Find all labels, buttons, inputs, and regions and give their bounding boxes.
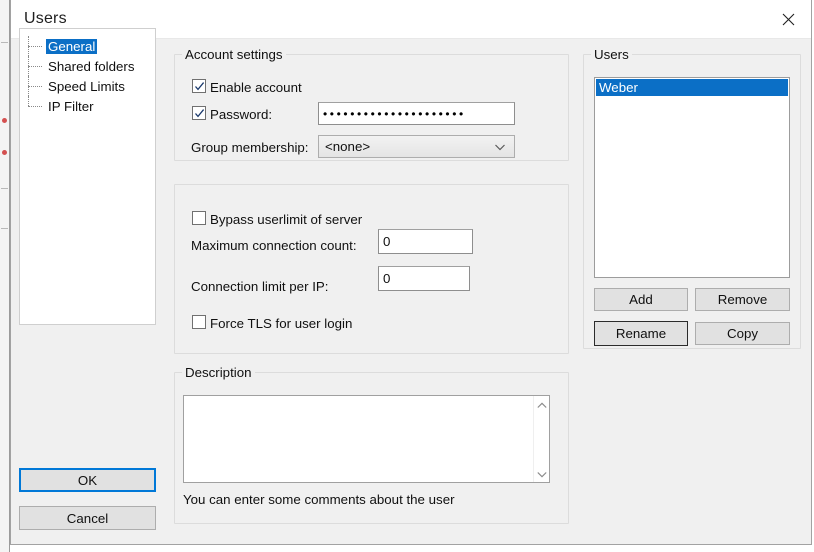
rename-user-button[interactable]: Rename (594, 321, 688, 346)
tree-connector-icon (20, 76, 46, 96)
close-icon[interactable] (765, 0, 811, 38)
tree-item-speed-limits[interactable]: Speed Limits (20, 76, 127, 96)
group-membership-value: <none> (325, 139, 371, 154)
tree-item-ip-filter[interactable]: IP Filter (20, 96, 96, 116)
description-group: Description You can enter some comments … (174, 365, 569, 524)
user-name: Weber (599, 80, 638, 95)
force-tls-checkbox[interactable] (192, 315, 206, 329)
list-item[interactable]: Weber (596, 79, 788, 96)
chevron-down-icon (494, 141, 506, 153)
tree-connector-icon (20, 56, 46, 76)
checkmark-icon (195, 109, 205, 118)
tree-item-label: IP Filter (48, 98, 94, 114)
max-connection-count-label: Maximum connection count: (191, 238, 357, 253)
chevron-up-icon[interactable] (536, 399, 548, 411)
bypass-userlimit-label: Bypass userlimit of server (210, 212, 363, 227)
background-window-sliver (0, 0, 10, 552)
page-tree[interactable]: General Shared folders Speed Limits IP F… (19, 28, 156, 325)
copy-user-button[interactable]: Copy (695, 322, 790, 345)
force-tls-label: Force TLS for user login (210, 316, 353, 331)
connection-limit-per-ip-input[interactable]: 0 (378, 266, 470, 291)
account-settings-group: Account settings Enable account Password… (174, 47, 569, 161)
users-listbox[interactable]: Weber (594, 77, 790, 278)
background-artifact (2, 118, 7, 123)
users-dialog: Users Page: General Shared folders Speed… (10, 0, 812, 545)
password-input[interactable]: ••••••••••••••••••••• (318, 102, 515, 125)
add-user-button[interactable]: Add (594, 288, 688, 311)
chevron-down-icon[interactable] (536, 467, 548, 479)
description-title: Description (182, 365, 255, 380)
password-checkbox[interactable] (192, 106, 206, 120)
background-artifact (1, 228, 8, 229)
connection-limits-group: Bypass userlimit of server Maximum conne… (174, 184, 569, 354)
cancel-button[interactable]: Cancel (19, 506, 156, 530)
tree-connector-icon (20, 36, 46, 56)
group-membership-label: Group membership: (191, 140, 309, 155)
background-artifact (1, 42, 8, 43)
tree-item-label: Shared folders (48, 58, 135, 74)
tree-item-general[interactable]: General (20, 36, 98, 56)
password-value: ••••••••••••••••••••• (323, 106, 466, 121)
enable-account-checkbox[interactable] (192, 79, 206, 93)
users-group-title: Users (591, 47, 632, 62)
enable-account-label: Enable account (210, 80, 302, 95)
connection-limit-per-ip-value: 0 (383, 271, 391, 286)
description-textarea[interactable] (184, 396, 533, 482)
description-textarea-wrapper[interactable] (183, 395, 550, 483)
tree-item-label: Speed Limits (48, 78, 125, 94)
description-scrollbar[interactable] (533, 396, 549, 482)
tree-connector-icon (20, 96, 46, 116)
bypass-userlimit-checkbox[interactable] (192, 211, 206, 225)
checkmark-icon (195, 82, 205, 91)
page-title: Users (24, 10, 67, 27)
remove-user-button[interactable]: Remove (695, 288, 790, 311)
ok-button[interactable]: OK (19, 468, 156, 492)
background-artifact (2, 150, 7, 155)
tree-item-shared-folders[interactable]: Shared folders (20, 56, 136, 76)
account-settings-title: Account settings (182, 47, 286, 62)
max-connection-count-value: 0 (383, 234, 391, 249)
password-label: Password: (210, 107, 273, 122)
connection-limit-per-ip-label: Connection limit per IP: (191, 279, 329, 294)
tree-item-label: General (46, 38, 98, 54)
background-artifact (1, 188, 8, 189)
description-hint: You can enter some comments about the us… (183, 492, 455, 507)
group-membership-select[interactable]: <none> (318, 135, 515, 158)
users-group: Users Weber Add Remove Rename Copy (583, 47, 801, 349)
max-connection-count-input[interactable]: 0 (378, 229, 473, 254)
